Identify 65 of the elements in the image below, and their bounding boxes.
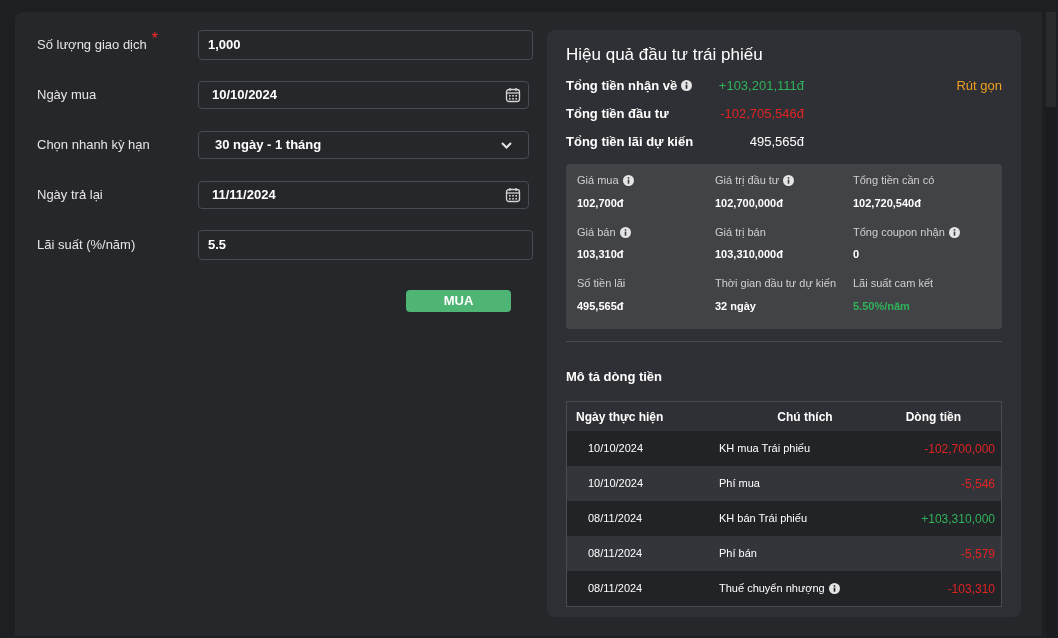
table-cell-text: 08/11/2024 xyxy=(587,581,644,597)
metric-label: Số tiền lãi xyxy=(577,276,626,292)
info-icon[interactable] xyxy=(783,175,795,186)
table-cell-text: 08/11/2024 xyxy=(587,511,644,527)
column-header: Chú thích xyxy=(776,408,834,426)
total-label: Tổng tiền nhận về xyxy=(566,76,678,95)
table-cell-text: 10/10/2024 xyxy=(587,441,645,457)
field-label: Chọn nhanh kỳ hạn xyxy=(37,136,150,155)
metric-value: 103,310,000đ xyxy=(715,247,783,262)
field-label: Ngày mua xyxy=(37,86,97,105)
table-cell-text: KH bán Trái phiếu xyxy=(719,511,808,527)
info-icon[interactable] xyxy=(622,175,634,186)
info-icon[interactable] xyxy=(828,583,840,594)
metric-value: 102,700,000đ xyxy=(715,195,783,211)
total-value: -102,705,546đ xyxy=(719,105,804,122)
field-label: Số lượng giao dịch xyxy=(37,36,147,55)
table-cell-text: KH mua Trái phiếu xyxy=(719,441,811,457)
info-icon[interactable] xyxy=(619,226,631,238)
metric-label: Thời gian đầu tư dự kiến xyxy=(715,276,836,292)
field-label: Ngày trả lại xyxy=(37,186,103,205)
metric-value: 5.50%/năm xyxy=(853,298,910,314)
total-value: +103,201,111đ xyxy=(717,77,804,94)
total-label: Tổng tiền đầu tư xyxy=(566,104,669,123)
table-cell: -103,310 xyxy=(947,581,995,596)
info-icon[interactable] xyxy=(681,80,693,91)
metric-label: Tổng tiền cần có xyxy=(853,173,935,189)
chevron-down-icon xyxy=(501,141,512,149)
metric-value: 495,565đ xyxy=(577,298,624,314)
metric-label: Giá mua xyxy=(577,173,619,189)
table-cell-text: Thuế chuyển nhượng xyxy=(719,581,825,597)
table-cell-text: 08/11/2024 xyxy=(587,546,644,562)
table-cell: -102,700,000 xyxy=(924,441,995,456)
term-dropdown[interactable]: 30 ngày - 1 tháng xyxy=(198,131,529,159)
table-cell: -5,579 xyxy=(960,546,995,561)
section-title: Mô tả dòng tiền xyxy=(566,367,664,386)
table-cell: -5,546 xyxy=(960,476,995,491)
metric-value: 102,700đ xyxy=(577,195,624,211)
info-icon[interactable] xyxy=(948,226,960,238)
metric-value: 102,720,540đ xyxy=(853,195,921,211)
input-field[interactable]: 5.5 xyxy=(198,230,533,260)
metric-label: Tổng coupon nhận xyxy=(853,224,945,240)
table-cell-text: Phí mua xyxy=(719,476,760,492)
table-cell-text: 10/10/2024 xyxy=(587,476,645,492)
metric-label: Giá trị bán xyxy=(715,224,766,240)
table-cell: +103,310,000 xyxy=(921,511,995,526)
collapse-link[interactable]: Rút gọn xyxy=(956,75,1002,96)
date-field[interactable]: 11/11/2024 xyxy=(198,181,529,209)
column-header: Ngày thực hiện xyxy=(575,408,665,426)
metric-value: 103,310đ xyxy=(577,247,624,262)
total-label: Tổng tiền lãi dự kiến xyxy=(566,132,694,151)
table-cell-text: Phí bán xyxy=(719,546,757,562)
metric-label: Giá trị đầu tư xyxy=(715,173,780,189)
metric-label: Lãi suất cam kết xyxy=(853,276,934,292)
calendar-icon[interactable] xyxy=(505,87,521,103)
metric-value: 0 xyxy=(853,247,860,262)
calendar-icon[interactable] xyxy=(505,187,521,203)
field-label: Lãi suất (%/năm) xyxy=(37,236,136,255)
column-header: Dòng tiền xyxy=(905,408,962,426)
metric-value: 32 ngày xyxy=(715,298,756,314)
date-field[interactable]: 10/10/2024 xyxy=(198,81,529,109)
required-asterisk: * xyxy=(151,31,158,48)
total-value: 495,565đ xyxy=(748,133,804,150)
metric-label: Giá bán xyxy=(577,224,616,240)
panel-title: Hiệu quả đầu tư trái phiếu xyxy=(566,44,764,66)
input-field[interactable]: 1,000 xyxy=(198,30,533,60)
